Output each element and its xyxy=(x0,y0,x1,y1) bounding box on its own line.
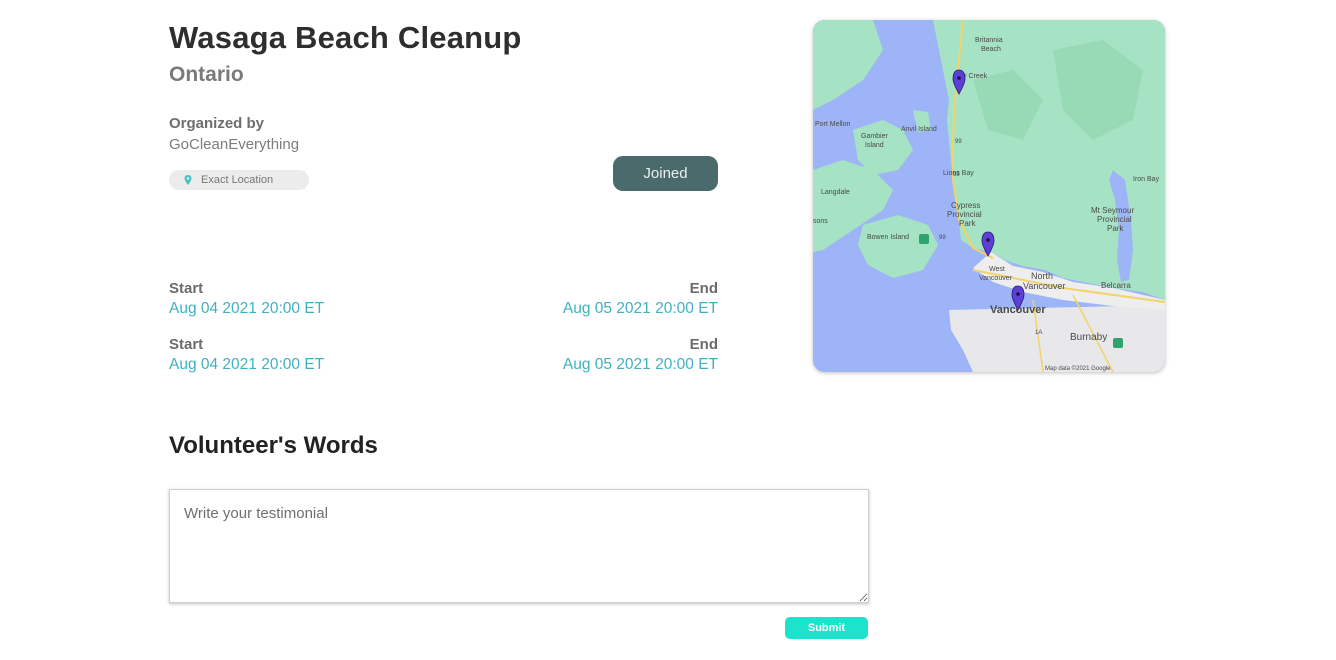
map-label-provincial: Provincial xyxy=(947,210,982,219)
exact-location-label: Exact Location xyxy=(201,174,274,186)
testimonial-heading: Volunteer's Words xyxy=(169,432,378,459)
start-datetime: Aug 04 2021 20:00 ET xyxy=(169,300,325,317)
end-datetime: Aug 05 2021 20:00 ET xyxy=(562,300,718,317)
map-attribution: Map data ©2021 Google xyxy=(1045,365,1111,372)
submit-button[interactable]: Submit xyxy=(785,617,868,639)
map-label-cypress: Cypress xyxy=(951,201,980,210)
end-label: End xyxy=(689,336,718,353)
start-datetime: Aug 04 2021 20:00 ET xyxy=(169,356,325,373)
start-label: Start xyxy=(169,336,204,353)
park-icon xyxy=(919,234,929,244)
map-label-north-vancouver: Vancouver xyxy=(1023,281,1065,291)
map-label-hwy1a: 1A xyxy=(1035,330,1042,336)
map-label-creek: y Creek xyxy=(963,73,988,80)
exact-location-chip[interactable]: Exact Location xyxy=(169,170,309,190)
end-datetime: Aug 05 2021 20:00 ET xyxy=(562,356,718,373)
map-label-hwy99-b: 99 xyxy=(953,172,960,178)
map-label-park: Park xyxy=(959,219,976,228)
map-label-hwy99-a: 99 xyxy=(955,139,962,145)
event-region: Ontario xyxy=(169,63,244,86)
map-label-iron-bay: Iron Bay xyxy=(1133,176,1160,183)
map-label-mt-seymour: Mt Seymour xyxy=(1091,206,1134,215)
park-icon xyxy=(1113,338,1123,348)
organized-by-label: Organized by xyxy=(169,115,265,132)
testimonial-input[interactable] xyxy=(169,489,869,603)
map-label-anvil: Anvil Island xyxy=(901,126,937,133)
event-map[interactable]: Britannia Beach y Creek Port Mellon Gamb… xyxy=(813,20,1165,372)
map-label-gambier: Gambier xyxy=(861,133,889,140)
map-label-bowen: Bowen Island xyxy=(867,234,909,241)
end-label: End xyxy=(689,280,718,297)
map-label-west-vancouver: Vancouver xyxy=(979,275,1013,282)
map-label-burnaby: Burnaby xyxy=(1070,332,1107,343)
start-label: Start xyxy=(169,280,204,297)
joined-button[interactable]: Joined xyxy=(613,156,718,191)
map-label-belcarra: Belcarra xyxy=(1101,281,1131,290)
map-label-north: North xyxy=(1031,271,1053,281)
map-label-britannia: Britannia xyxy=(975,37,1003,44)
map-label-sons: sons xyxy=(813,218,828,225)
map-label-island: Island xyxy=(865,142,884,149)
map-label-port-mellon: Port Mellon xyxy=(815,121,851,128)
map-label-langdale: Langdale xyxy=(821,189,850,196)
organizer-name: GoCleanEverything xyxy=(169,136,300,153)
map-label-west: West xyxy=(989,266,1005,273)
event-title: Wasaga Beach Cleanup xyxy=(169,20,522,55)
map-label-seymour-park: Park xyxy=(1107,224,1124,233)
location-pin-icon xyxy=(184,175,192,185)
map-label-beach: Beach xyxy=(981,46,1001,53)
map-label-seymour-provincial: Provincial xyxy=(1097,215,1132,224)
map-label-hwy99-c: 99 xyxy=(939,235,946,241)
